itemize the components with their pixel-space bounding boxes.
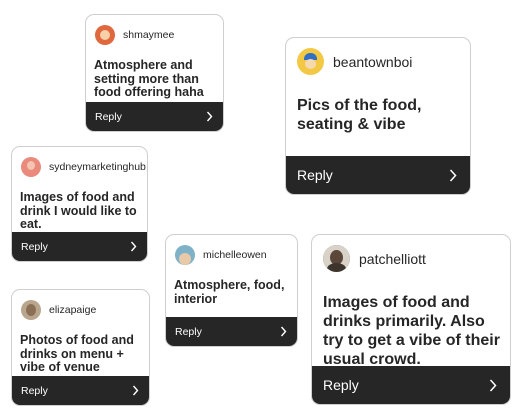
comment-text: Pics of the food, seating & vibe — [297, 97, 422, 133]
comment-card-michelleowen: michelleowen Atmosphere, food, interior … — [165, 234, 298, 347]
reply-button[interactable]: Reply — [86, 102, 223, 131]
reply-button[interactable]: Reply — [12, 376, 149, 405]
comment-text: Atmosphere, food, interior — [174, 278, 285, 306]
card-header: patchelliott — [323, 245, 510, 272]
reply-label: Reply — [21, 240, 48, 253]
username: elizapaige — [49, 304, 97, 316]
username: beantownboi — [333, 53, 413, 70]
reply-button[interactable]: Reply — [312, 366, 510, 404]
reply-button[interactable]: Reply — [166, 317, 297, 346]
comment-card-sydneymarketinghub: sydneymarketinghub Images of food and dr… — [11, 146, 148, 262]
avatar — [21, 157, 41, 177]
chevron-right-icon — [206, 111, 213, 122]
comment-text: Photos of food and drinks on menu + vibe… — [20, 333, 134, 374]
reply-label: Reply — [297, 167, 333, 183]
avatar — [175, 245, 195, 265]
avatar — [95, 25, 115, 45]
chevron-right-icon — [489, 378, 497, 392]
comment-text: Images of food and drink I would like to… — [20, 190, 137, 231]
reply-label: Reply — [95, 110, 122, 123]
username: shmaymee — [123, 29, 175, 41]
reply-label: Reply — [323, 377, 359, 393]
comment-card-shmaymee: shmaymee Atmosphere and setting more tha… — [85, 14, 224, 132]
comment-text: Atmosphere and setting more than food of… — [94, 58, 204, 99]
card-header: beantownboi — [297, 48, 470, 75]
avatar — [323, 245, 350, 272]
avatar — [21, 300, 41, 320]
comment-card-elizapaige: elizapaige Photos of food and drinks on … — [11, 289, 150, 406]
username: sydneymarketinghub — [49, 161, 146, 173]
avatar — [297, 48, 324, 75]
reply-button[interactable]: Reply — [286, 156, 470, 194]
reply-label: Reply — [175, 325, 202, 338]
comment-text: Images of food and drinks primarily. Als… — [323, 294, 500, 368]
card-header: sydneymarketinghub — [21, 157, 147, 177]
chevron-right-icon — [280, 326, 287, 337]
username: michelleowen — [203, 249, 267, 261]
card-header: shmaymee — [95, 25, 223, 45]
chevron-right-icon — [130, 241, 137, 252]
reply-button[interactable]: Reply — [12, 232, 147, 261]
comment-card-beantownboi: beantownboi Pics of the food, seating & … — [285, 37, 471, 195]
card-header: elizapaige — [21, 300, 149, 320]
chevron-right-icon — [132, 385, 139, 396]
card-header: michelleowen — [175, 245, 297, 265]
comment-card-patchelliott: patchelliott Images of food and drinks p… — [311, 234, 511, 405]
chevron-right-icon — [449, 168, 457, 182]
reply-label: Reply — [21, 384, 48, 397]
username: patchelliott — [359, 250, 426, 267]
